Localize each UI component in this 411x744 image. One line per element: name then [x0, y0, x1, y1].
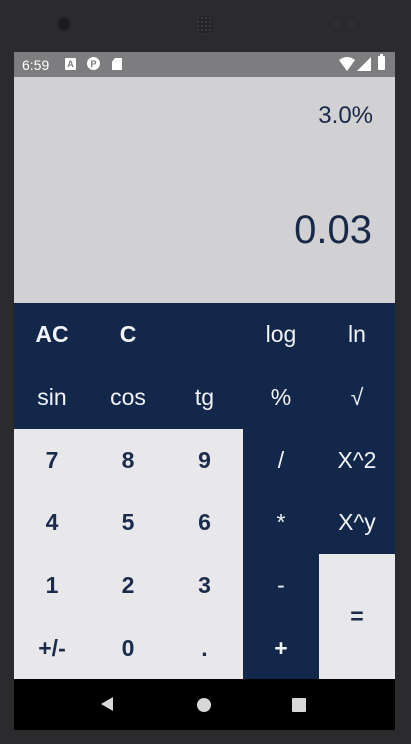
log-button[interactable]: log [243, 303, 319, 366]
decimal-point-button[interactable]: . [166, 617, 243, 679]
proximity-sensor [334, 21, 340, 27]
calculator-display: 3.0% 0.03 [14, 77, 395, 303]
percent-button[interactable]: % [243, 366, 319, 429]
keypad: AC C log ln sin cos tg % √ 7 8 9 / X^2 4… [14, 303, 395, 679]
digit-0-button[interactable]: 0 [90, 617, 166, 679]
digit-7-button[interactable]: 7 [14, 429, 90, 491]
equals-button[interactable]: = [319, 554, 395, 679]
phone-top-bezel [0, 0, 411, 52]
back-icon[interactable] [101, 697, 113, 711]
digit-3-button[interactable]: 3 [166, 554, 243, 617]
plus-button[interactable]: + [243, 617, 319, 679]
digit-9-button[interactable]: 9 [166, 429, 243, 491]
front-camera [59, 19, 69, 29]
divide-button[interactable]: / [243, 429, 319, 491]
result-text: 0.03 [294, 208, 372, 252]
a-notification-icon: A [65, 58, 76, 70]
sd-card-icon [112, 58, 122, 70]
digit-1-button[interactable]: 1 [14, 554, 90, 617]
square-button[interactable]: X^2 [319, 429, 395, 491]
status-bar: 6:59 A P [14, 52, 395, 77]
multiply-button[interactable]: * [243, 491, 319, 554]
light-sensor [348, 21, 354, 27]
square-root-button[interactable]: √ [319, 366, 395, 429]
recent-apps-icon[interactable] [292, 698, 306, 712]
p-notification-icon: P [87, 57, 100, 70]
earpiece-speaker [196, 16, 214, 34]
navigation-bar [14, 679, 395, 730]
home-icon[interactable] [197, 698, 211, 712]
phone-screen: 6:59 A P 3.0% 0.03 AC C log ln sin cos t… [14, 52, 395, 679]
digit-2-button[interactable]: 2 [90, 554, 166, 617]
all-clear-button[interactable]: AC [14, 303, 90, 366]
digit-5-button[interactable]: 5 [90, 491, 166, 554]
signal-icon [357, 57, 371, 71]
status-time: 6:59 [22, 57, 50, 73]
ln-button[interactable]: ln [319, 303, 395, 366]
clear-button[interactable]: C [90, 303, 166, 366]
wifi-icon [339, 57, 355, 71]
digit-4-button[interactable]: 4 [14, 491, 90, 554]
digit-6-button[interactable]: 6 [166, 491, 243, 554]
expression-text: 3.0% [318, 102, 373, 129]
sin-button[interactable]: sin [14, 366, 90, 429]
battery-icon [378, 54, 385, 70]
sign-toggle-button[interactable]: +/- [14, 617, 90, 679]
phone-bottom-bezel [0, 730, 411, 744]
cos-button[interactable]: cos [90, 366, 166, 429]
tg-button[interactable]: tg [166, 366, 243, 429]
power-button[interactable]: X^y [319, 491, 395, 554]
minus-button[interactable]: - [243, 554, 319, 617]
digit-8-button[interactable]: 8 [90, 429, 166, 491]
